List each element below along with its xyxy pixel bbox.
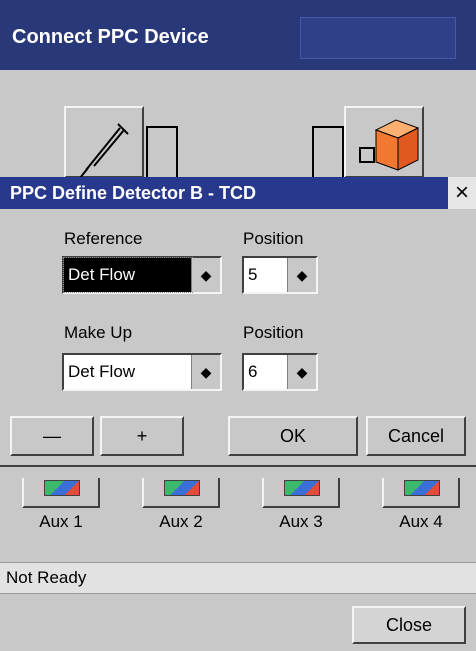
spinner-icon[interactable]: ◆ <box>191 355 220 389</box>
cancel-button[interactable]: Cancel <box>366 416 466 456</box>
dialog-title: PPC Define Detector B - TCD <box>10 183 257 203</box>
dialog-title-bar: PPC Define Detector B - TCD <box>0 177 448 209</box>
syringe-icon <box>79 123 129 178</box>
reference-label: Reference <box>64 229 143 248</box>
window-title: Connect PPC Device <box>12 26 209 48</box>
makeup-position-value: 6 <box>248 362 258 381</box>
aux-3-label: Aux 3 <box>279 512 323 531</box>
aux-3-button[interactable] <box>262 478 340 508</box>
aux-4-label: Aux 4 <box>399 512 443 531</box>
aux-4-button[interactable] <box>382 478 460 508</box>
reference-position-value: 5 <box>248 265 258 284</box>
spinner-icon[interactable]: ◆ <box>287 355 316 389</box>
device-cube-icon <box>359 119 420 171</box>
syringe-button[interactable] <box>64 106 144 178</box>
reference-value: Det Flow <box>63 257 193 293</box>
aux-tray-icon <box>284 480 320 496</box>
aux-2-label: Aux 2 <box>159 512 203 531</box>
connector-line-right <box>312 126 344 178</box>
makeup-value: Det Flow <box>68 362 136 381</box>
reference-position-label: Position <box>243 229 304 248</box>
makeup-position-label: Position <box>243 323 304 342</box>
aux-tray-icon <box>404 480 440 496</box>
spinner-icon[interactable]: ◆ <box>191 258 220 292</box>
connector-line-left <box>146 126 178 178</box>
dialog-close-icon[interactable]: × <box>448 177 476 209</box>
minus-button[interactable]: — <box>10 416 94 456</box>
reference-select[interactable]: Det Flow ◆ <box>62 256 222 294</box>
define-detector-dialog: PPC Define Detector B - TCD × Reference … <box>0 177 476 467</box>
status-text: Not Ready <box>6 568 87 587</box>
makeup-label: Make Up <box>64 323 133 342</box>
reference-position-select[interactable]: 5 ◆ <box>242 256 318 294</box>
window-title-bar: Connect PPC Device <box>0 0 476 70</box>
close-button[interactable]: Close <box>352 606 466 644</box>
aux-tray-icon <box>44 480 80 496</box>
device-button[interactable] <box>344 106 424 178</box>
makeup-select[interactable]: Det Flow ◆ <box>62 353 222 391</box>
title-bar-panel <box>300 17 456 59</box>
aux-1-label: Aux 1 <box>39 512 83 531</box>
status-bar: Not Ready <box>0 562 476 594</box>
aux-tray-icon <box>164 480 200 496</box>
plus-button[interactable]: + <box>100 416 184 456</box>
aux-2-button[interactable] <box>142 478 220 508</box>
ok-button[interactable]: OK <box>228 416 358 456</box>
makeup-position-select[interactable]: 6 ◆ <box>242 353 318 391</box>
spinner-icon[interactable]: ◆ <box>287 258 316 292</box>
aux-1-button[interactable] <box>22 478 100 508</box>
